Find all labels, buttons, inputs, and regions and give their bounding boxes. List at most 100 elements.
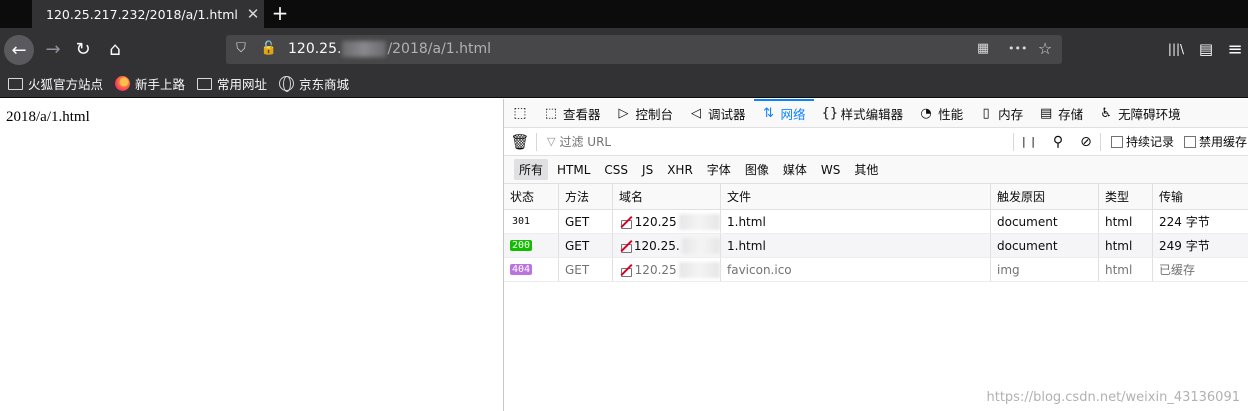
insecure-lock-icon[interactable]: 🔓 (260, 40, 278, 58)
folder-icon (197, 77, 213, 90)
block-icon[interactable]: ⊘ (1072, 134, 1100, 150)
clear-log-icon[interactable]: 🗑 (504, 133, 536, 151)
redacted-blur (342, 41, 387, 57)
disable-cache-checkbox[interactable]: 禁用缓存 (1183, 133, 1247, 150)
type-fonts[interactable]: 字体 (702, 159, 736, 180)
bookmark-getting-started[interactable]: 新手上路 (115, 74, 185, 93)
insecure-lock-icon (619, 263, 632, 277)
new-tab-button[interactable]: + (268, 2, 292, 26)
reload-button[interactable]: ↻ (70, 36, 96, 62)
search-icon[interactable]: ⚲ (1044, 134, 1072, 150)
request-transfer: 249 字节 (1159, 239, 1210, 253)
type-js[interactable]: JS (637, 161, 658, 179)
tab-memory[interactable]: ▯ 内存 (971, 99, 1031, 127)
tab-network[interactable]: ⇅ 网络 (753, 99, 814, 127)
memory-icon: ▯ (982, 105, 990, 121)
request-type: html (1099, 258, 1153, 281)
back-button[interactable]: ← (4, 35, 34, 65)
type-media[interactable]: 媒体 (778, 159, 812, 180)
request-type: html (1099, 210, 1153, 233)
network-icon: ⇅ (763, 105, 774, 121)
request-cause: document (991, 210, 1099, 233)
request-domain: 120.25 (634, 262, 677, 277)
tab-inspector[interactable]: ⬚ 查看器 (536, 99, 609, 127)
table-row[interactable]: 404 GET 120.25 favicon.ico img html 已缓存 (504, 258, 1248, 282)
request-domain: 120.25 (634, 214, 677, 229)
qr-code-icon[interactable]: ▦ (974, 40, 992, 58)
sidebar-icon[interactable]: ▤ (1193, 36, 1219, 62)
forward-button[interactable]: → (40, 36, 66, 62)
table-header: 状态 方法 域名 文件 触发原因 类型 传输 (504, 184, 1248, 210)
status-badge: 301 (512, 216, 531, 227)
status-badge: 404 (510, 264, 533, 275)
tab-performance[interactable]: ◔ 性能 (911, 99, 971, 127)
accessibility-icon: ♿ (1100, 105, 1112, 121)
persist-logs-checkbox[interactable]: 持续记录 (1110, 133, 1174, 150)
bookmark-common-sites[interactable]: 常用网址 (197, 74, 267, 93)
tab-storage[interactable]: ▤ 存储 (1031, 99, 1091, 127)
type-xhr[interactable]: XHR (662, 161, 698, 179)
tab-accessibility[interactable]: ♿ 无障碍环境 (1091, 99, 1189, 127)
type-css[interactable]: CSS (599, 161, 633, 179)
column-header-method[interactable]: 方法 (559, 184, 613, 209)
column-header-status[interactable]: 状态 (504, 184, 559, 209)
style-editor-icon: {} (821, 105, 839, 121)
console-icon: ▷ (618, 105, 629, 121)
redacted-blur (678, 261, 720, 278)
watermark: https://blog.csdn.net/weixin_43136091 (986, 390, 1240, 405)
request-domain: 120.25. (633, 238, 680, 253)
home-button[interactable]: ⌂ (102, 36, 128, 62)
type-all[interactable]: 所有 (514, 159, 549, 180)
tab-title: 120.25.217.232/2018/a/1.html (46, 6, 238, 22)
type-other[interactable]: 其他 (849, 159, 883, 180)
request-cause: img (991, 258, 1099, 281)
library-icon[interactable]: |||\ (1163, 36, 1189, 62)
divider (1099, 132, 1101, 151)
url-text[interactable]: 120.25./2018/a/1.html (288, 41, 491, 57)
type-images[interactable]: 图像 (740, 159, 774, 180)
element-picker-icon[interactable]: ⬚ (504, 99, 536, 127)
request-method: GET (559, 258, 613, 281)
browser-tab[interactable]: 120.25.217.232/2018/a/1.html ✕ (32, 0, 264, 28)
table-row[interactable]: 200 GET 120.25. 1.html document html 249… (504, 234, 1248, 258)
status-badge: 200 (510, 240, 533, 251)
bookmark-firefox-site[interactable]: 火狐官方站点 (8, 74, 103, 93)
checkbox-box[interactable] (1110, 135, 1123, 148)
menu-icon[interactable]: ≡ (1222, 36, 1248, 62)
table-row[interactable]: 301 GET 120.25 1.html document html 224 … (504, 210, 1248, 234)
tab-style-editor[interactable]: {} 样式编辑器 (814, 99, 912, 127)
close-icon[interactable]: ✕ (242, 5, 264, 23)
insecure-lock-icon (619, 215, 632, 229)
url-bar[interactable]: ⛉ 🔓 120.25./2018/a/1.html ▦ ••• ☆ (226, 35, 1062, 64)
tab-console[interactable]: ▷ 控制台 (609, 99, 682, 127)
page-content: 2018/a/1.html (0, 99, 503, 411)
tab-debugger[interactable]: ◁ 调试器 (681, 99, 754, 127)
pause-icon[interactable]: | | (1014, 135, 1044, 148)
bookmark-jd[interactable]: 京东商城 (279, 74, 349, 93)
performance-icon: ◔ (920, 105, 932, 121)
column-header-file[interactable]: 文件 (721, 184, 991, 209)
request-cause: document (991, 234, 1099, 257)
page-actions-icon[interactable]: ••• (1008, 40, 1027, 58)
checkbox-box[interactable] (1183, 135, 1196, 148)
folder-icon (8, 77, 23, 90)
type-html[interactable]: HTML (552, 161, 595, 179)
column-header-cause[interactable]: 触发原因 (991, 184, 1099, 209)
network-requests-table: 状态 方法 域名 文件 触发原因 类型 传输 301 GET 120.25 1.… (504, 184, 1248, 282)
redacted-blur (678, 213, 720, 230)
shield-icon[interactable]: ⛉ (232, 40, 250, 58)
column-header-domain[interactable]: 域名 (613, 184, 721, 209)
type-ws[interactable]: WS (816, 161, 845, 179)
column-header-type[interactable]: 类型 (1099, 184, 1153, 209)
globe-icon (279, 76, 295, 92)
inspector-icon: ⬚ (544, 105, 558, 121)
request-type: html (1099, 234, 1153, 257)
request-method: GET (559, 210, 613, 233)
bookmark-star-icon[interactable]: ☆ (1036, 40, 1054, 58)
column-header-transfer[interactable]: 传输 (1153, 184, 1248, 209)
filter-url-input[interactable]: ▽ 过滤 URL (537, 133, 1013, 150)
storage-icon: ▤ (1039, 105, 1053, 121)
request-method: GET (559, 234, 613, 257)
request-file: favicon.ico (721, 258, 991, 281)
request-type-filter: 所有 HTML CSS JS XHR 字体 图像 媒体 WS 其他 (504, 156, 1248, 184)
